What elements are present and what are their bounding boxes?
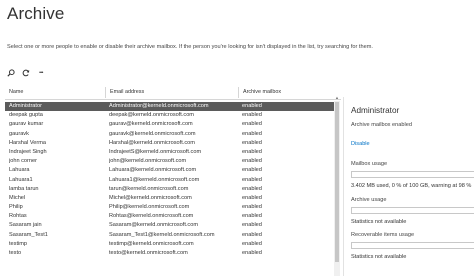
table-row[interactable]: gaurav kumar gaurav@kerneld.onmicrosoft.c… [5, 120, 334, 129]
cell-name: Sasaram_Test1 [9, 231, 48, 238]
cell-name: Lahuara1 [9, 176, 33, 183]
cell-archive-status: enabled [242, 130, 262, 137]
cell-email: gauravk@kerneld.onmicrosoft.com [109, 130, 196, 137]
column-header-archive[interactable]: Archive mailbox [238, 87, 333, 98]
mailbox-usage-label: Mailbox usage [351, 161, 388, 167]
table-row[interactable]: Rohtas Rohtas@kerneld.onmicrosoft.com enab… [5, 212, 334, 221]
cell-email: Lahuara@kerneld.onmicrosoft.com [109, 167, 197, 174]
table-row[interactable]: testo testo@kerneld.onmicrosoft.com enable… [5, 249, 334, 258]
cell-email: deepak@kerneld.onmicrosoft.com [109, 112, 194, 119]
details-pane: Administrator Archive mailbox enabled Di… [343, 97, 474, 276]
table-row[interactable]: john corner john@kerneld.onmicrosoft.com e… [5, 157, 334, 166]
page-description: Select one or more people to enable or d… [7, 44, 373, 50]
column-header-email[interactable]: Email address [105, 87, 236, 98]
cell-name: Harshal Verma [9, 139, 46, 146]
table-row[interactable]: lamba tarun tarun@kerneld.onmicrosoft.com… [5, 185, 334, 194]
cell-archive-status: enabled [242, 121, 262, 128]
cell-archive-status: enabled [242, 213, 262, 220]
cell-email: Michel@kerneld.onmicrosoft.com [109, 194, 192, 201]
table-row[interactable]: testimp testimp@kerneld.onmicrosoft.com en… [5, 240, 334, 249]
page-title: Archive [7, 4, 65, 23]
cell-name: testo [9, 250, 22, 256]
table-row[interactable]: Administrator Administrator@kerneld.onmic… [5, 102, 334, 112]
table-row[interactable]: Lahuara1 Lahuara1@kerneld.onmicrosoft.com… [5, 176, 334, 185]
details-subtitle: Archive mailbox enabled [351, 122, 412, 128]
table-row[interactable]: Sasaram jain Sasaram@kerneld.onmicrosoft.… [5, 221, 334, 230]
grid-scrollbar[interactable] [334, 101, 340, 276]
column-header-name[interactable]: Name [5, 87, 103, 98]
scrollbar-thumb[interactable] [335, 102, 339, 262]
cell-archive-status: enabled [242, 176, 262, 183]
cell-email: testimp@kerneld.onmicrosoft.com [109, 240, 194, 247]
archive-usage-bar [351, 207, 474, 214]
cell-name: testimp [9, 240, 28, 247]
cell-email: Rohtas@kerneld.onmicrosoft.com [109, 213, 194, 220]
mailbox-usage-bar [351, 171, 474, 178]
cell-email: gaurav@kerneld.onmicrosoft.com [109, 121, 193, 128]
cell-archive-status: enabled [242, 240, 262, 247]
cell-archive-status: enabled [242, 167, 262, 174]
cell-name: Administrator [9, 103, 42, 109]
cell-archive-status: enabled [242, 222, 262, 229]
mailbox-grid: Name Email address Archive mailbox Admin… [5, 84, 341, 256]
cell-name: gauravk [9, 130, 29, 137]
cell-email: testo@kerneld.onmicrosoft.com [109, 250, 188, 256]
grid-rows: Administrator Administrator@kerneld.onmic… [5, 102, 334, 258]
cell-name: lamba tarun [9, 185, 39, 192]
table-row[interactable]: Lahuara Lahuara@kerneld.onmicrosoft.com en… [5, 166, 334, 175]
cell-email: tarun@kerneld.onmicrosoft.com [109, 185, 189, 192]
search-icon[interactable] [6, 68, 16, 78]
cell-archive-status: enabled [242, 103, 262, 109]
cell-name: Indrajeet Singh [9, 148, 47, 155]
cell-email: john@kerneld.onmicrosoft.com [109, 158, 187, 165]
recoverable-usage-bar [351, 242, 474, 249]
recoverable-stats-note: Statistics not available [351, 254, 407, 260]
cell-email: Sasaram@kerneld.onmicrosoft.com [109, 222, 198, 229]
table-row[interactable]: Indrajeet Singh IndrajeetS@kerneld.onmicr… [5, 148, 334, 157]
cell-archive-status: enabled [242, 204, 262, 211]
cell-email: Administrator@kerneld.onmicrosoft.com [109, 103, 209, 109]
recoverable-usage-label: Recoverable items usage [351, 232, 415, 238]
cell-archive-status: enabled [242, 158, 262, 165]
table-row[interactable]: gauravk gauravk@kerneld.onmicrosoft.com en… [5, 130, 334, 139]
cell-archive-status: enabled [242, 250, 262, 256]
cell-email: Harshal@kerneld.onmicrosoft.com [109, 139, 195, 146]
archive-usage-label: Archive usage [351, 197, 387, 203]
cell-archive-status: enabled [242, 139, 262, 146]
table-row[interactable]: Harshal Verma Harshal@kerneld.onmicrosoft… [5, 139, 334, 148]
cell-name: Rohtas [9, 213, 27, 220]
cell-name: gaurav kumar [9, 121, 44, 128]
cell-archive-status: enabled [242, 231, 262, 238]
cell-name: Lahuara [9, 167, 30, 174]
cell-archive-status: enabled [242, 148, 262, 155]
table-row[interactable]: Sasaram_Test1 Sasaram_Test1@kerneld.onmic… [5, 231, 334, 240]
refresh-icon[interactable] [21, 68, 31, 78]
more-icon[interactable]: ••• [36, 68, 46, 78]
cell-email: IndrajeetS@kerneld.onmicrosoft.com [109, 148, 202, 155]
cell-archive-status: enabled [242, 112, 262, 119]
table-row[interactable]: Philip Philip@kerneld.onmicrosoft.com enab… [5, 203, 334, 212]
cell-archive-status: enabled [242, 194, 262, 201]
mailbox-usage-value: 3.402 MB used, 0 % of 100 GB, warning at… [351, 183, 472, 189]
cell-name: Michel [9, 194, 26, 201]
cell-email: Lahuara1@kerneld.onmicrosoft.com [109, 176, 200, 183]
cell-name: Philip [9, 204, 23, 211]
cell-archive-status: enabled [242, 185, 262, 192]
cell-name: john corner [9, 158, 37, 165]
more-glyph: ••• [39, 70, 43, 76]
details-title: Administrator [351, 106, 400, 115]
cell-name: deepak gupta [9, 112, 43, 119]
cell-name: Sasaram jain [9, 222, 42, 229]
cell-email: Sasaram_Test1@kerneld.onmicrosoft.com [109, 231, 215, 238]
table-row[interactable]: deepak gupta deepak@kerneld.onmicrosoft.c… [5, 111, 334, 120]
grid-header: Name Email address Archive mailbox [5, 84, 341, 100]
table-row[interactable]: Michel Michel@kerneld.onmicrosoft.com enab… [5, 194, 334, 203]
archive-stats-note: Statistics not available [351, 219, 407, 225]
cell-email: Philip@kerneld.onmicrosoft.com [109, 204, 190, 211]
toolbar: ••• [6, 68, 46, 78]
disable-link[interactable]: Disable [351, 141, 370, 147]
